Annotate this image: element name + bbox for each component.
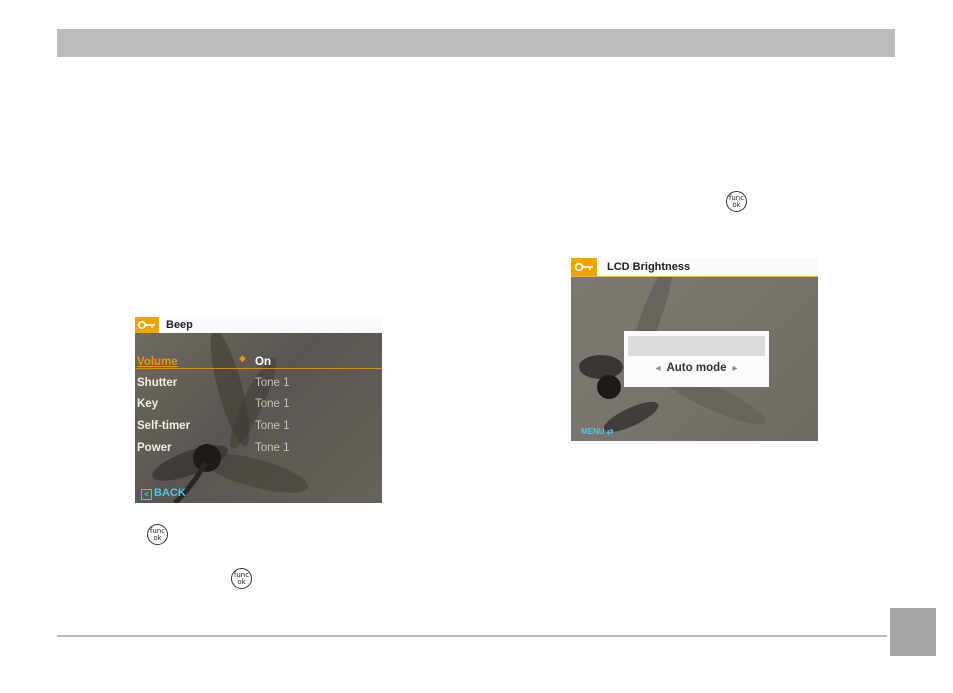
brightness-bar [628, 336, 765, 356]
footer-rule [57, 635, 887, 637]
menu-label: Power [137, 442, 172, 454]
menu-label: Volume [137, 356, 178, 368]
menu-label: Shutter [137, 377, 178, 389]
brightness-dialog: ◂ Auto mode ▸ [624, 331, 769, 387]
beep-settings-screen: Beep ◆ Volume On Shutter Tone 1 Key Tone… [135, 317, 382, 503]
screen-title: LCD Brightness [607, 261, 691, 273]
page-number-box [890, 608, 936, 656]
menu-row-key[interactable]: Key Tone 1 [137, 394, 377, 414]
chevron-right-icon[interactable]: ▸ [733, 363, 738, 374]
lcd-brightness-screen: LCD Brightness ◂ Auto mode ▸ MENU ⇄ [571, 258, 818, 441]
menu-label: Self-timer [137, 420, 191, 432]
key-icon [571, 258, 597, 276]
mode-selector[interactable]: ◂ Auto mode ▸ [624, 362, 769, 374]
menu-row-shutter[interactable]: Shutter Tone 1 [137, 373, 377, 393]
menu-value: Tone 1 [255, 398, 290, 410]
chevron-left-icon[interactable]: ◂ [655, 363, 660, 374]
menu-hint: MENU ⇄ [581, 427, 614, 436]
key-icon [135, 317, 159, 333]
menu-hint-label: MENU [581, 427, 605, 436]
screen-title: Beep [166, 319, 193, 331]
menu-row-self-timer[interactable]: Self-timer Tone 1 [137, 416, 377, 436]
header-bar [57, 29, 895, 57]
menu-value: Tone 1 [255, 377, 290, 389]
back-arrow-icon: < [141, 489, 152, 500]
back-button[interactable]: < BACK [141, 487, 186, 500]
menu-value: Tone 1 [255, 442, 290, 454]
menu-row-volume[interactable]: Volume On [137, 352, 377, 372]
func-ok-icon: func ok [147, 524, 168, 545]
menu-label: Key [137, 398, 159, 410]
func-ok-icon: func ok [231, 568, 252, 589]
menu-value: Tone 1 [255, 420, 290, 432]
mode-value: Auto mode [666, 362, 727, 374]
return-icon: ⇄ [606, 427, 614, 436]
menu-row-power[interactable]: Power Tone 1 [137, 438, 377, 458]
func-ok-icon: func ok [726, 191, 747, 212]
menu-value: On [255, 356, 271, 368]
back-label: BACK [154, 487, 186, 499]
